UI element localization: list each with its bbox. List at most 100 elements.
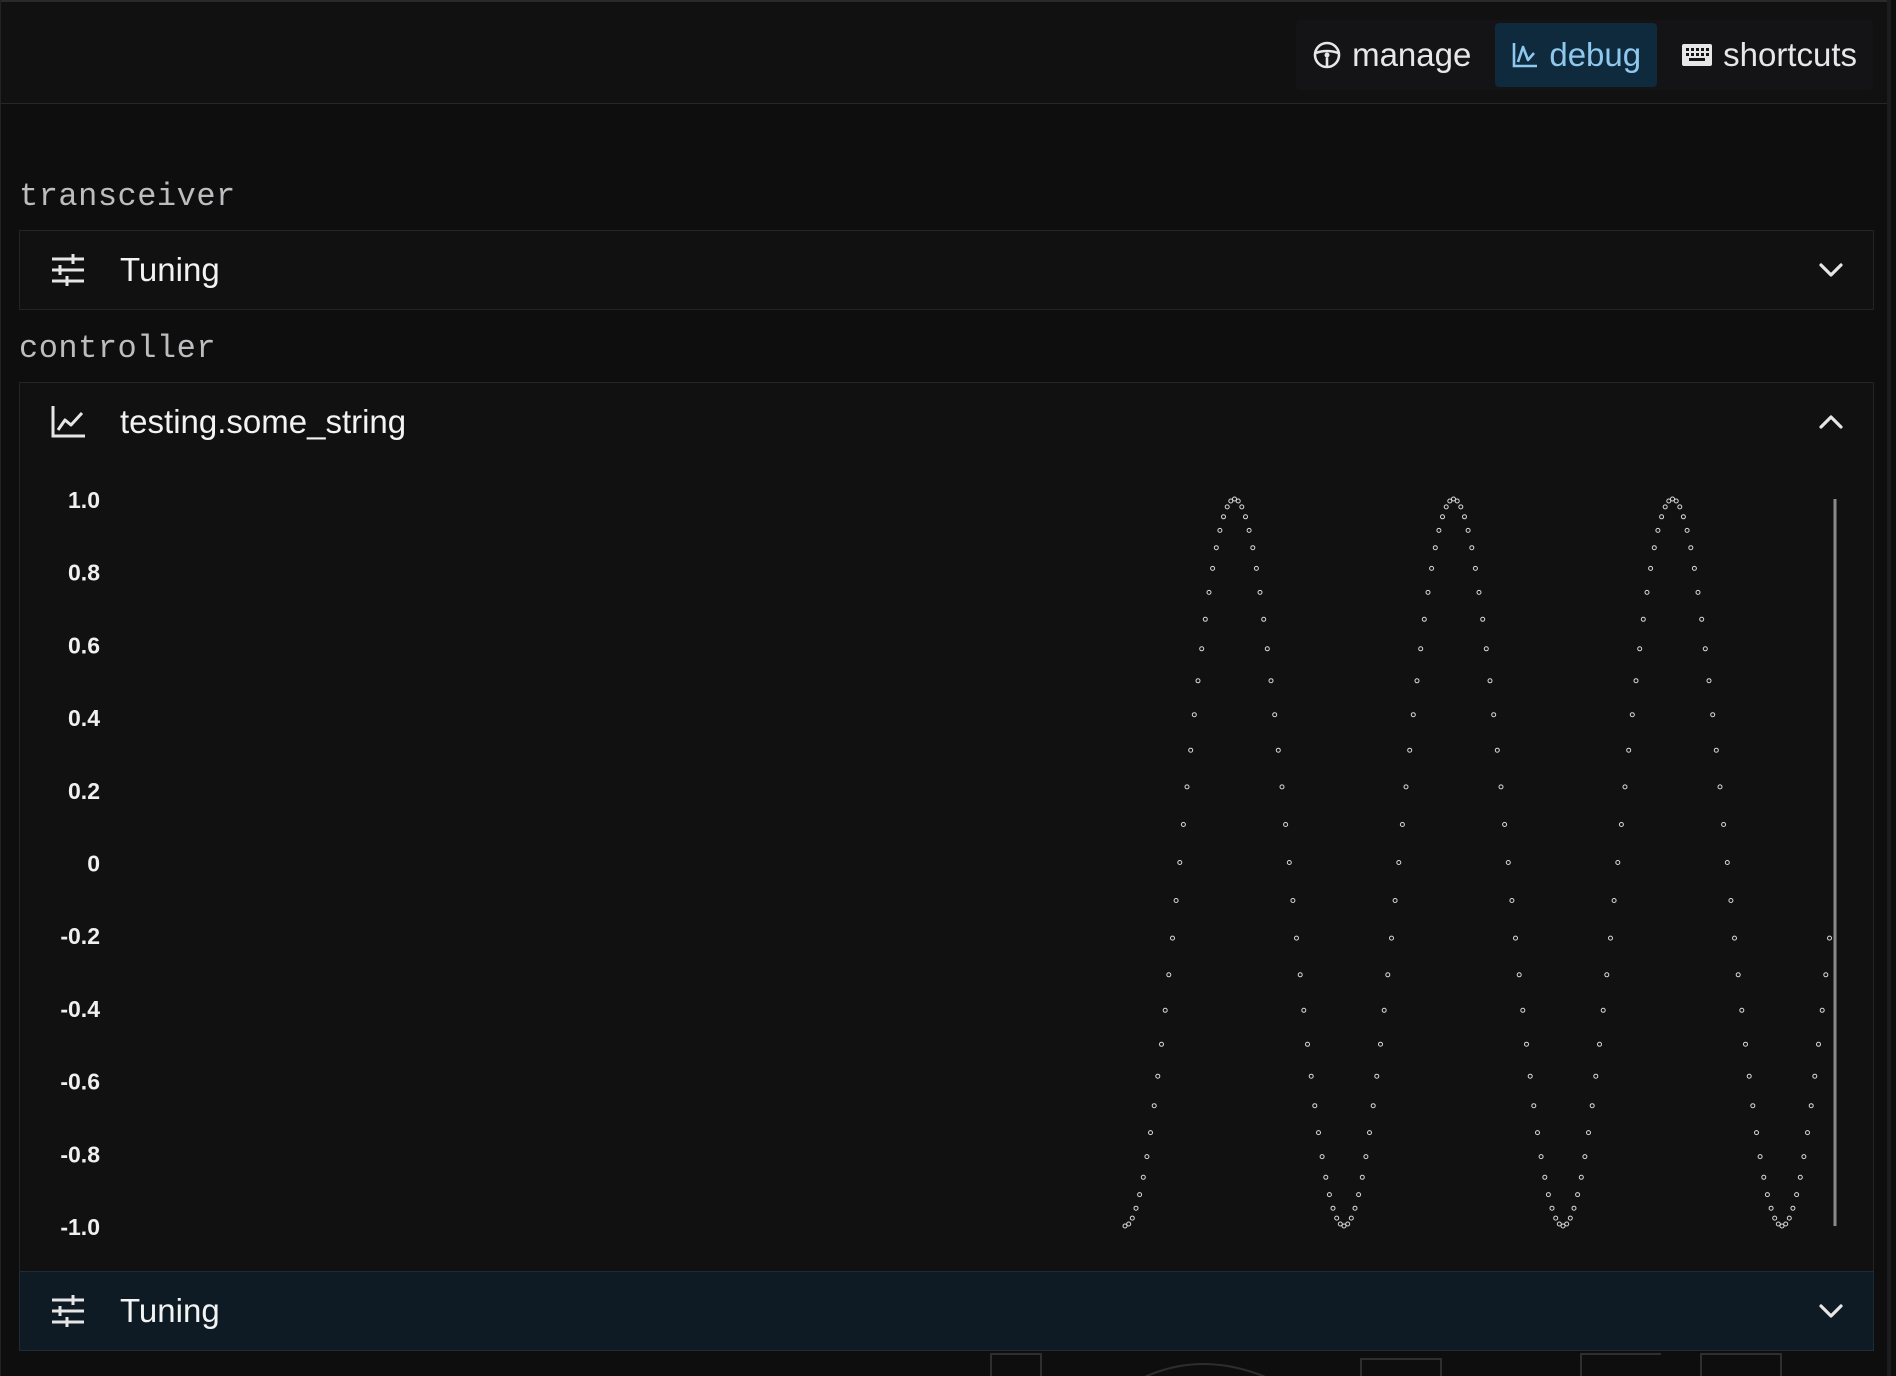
data-point (1662, 504, 1668, 510)
data-point (1286, 860, 1292, 865)
data-point (1425, 589, 1431, 595)
data-point (1301, 1007, 1307, 1013)
data-point (1170, 935, 1175, 941)
chart-area[interactable]: 1.0 0.8 0.6 0.4 0.2 0 -0.2 -0.4 -0.6 -0.8 -1.0 (20, 461, 1873, 1241)
data-point (1414, 678, 1420, 684)
y-tick-label: -0.4 (60, 996, 100, 1022)
data-point (1812, 1073, 1818, 1079)
data-point (1604, 972, 1610, 978)
data-point (1140, 1174, 1146, 1180)
data-point (1235, 498, 1241, 504)
nav-shortcuts-label: shortcuts (1723, 36, 1857, 73)
top-bar: manage debug shortcuts (1, 0, 1887, 104)
data-point (1363, 1154, 1369, 1160)
data-point (1443, 504, 1449, 510)
data-point (1396, 860, 1402, 865)
data-point (1710, 712, 1716, 718)
data-point (1297, 972, 1303, 978)
data-point (1633, 678, 1639, 684)
chevron-down-icon[interactable] (1819, 1303, 1843, 1319)
data-point (1407, 747, 1413, 753)
panel-header-transceiver-tuning[interactable]: Tuning (20, 231, 1873, 309)
data-point (1564, 1221, 1570, 1227)
panel-title: testing.some_string (120, 403, 407, 440)
data-point (1206, 589, 1212, 595)
data-point (1151, 1103, 1157, 1109)
panel-header-controller-tuning[interactable]: Tuning (20, 1272, 1873, 1350)
data-point (1290, 898, 1296, 903)
nav-manage-button[interactable]: manage (1296, 23, 1487, 87)
data-point (1326, 1192, 1332, 1198)
y-tick-label: 0.2 (68, 778, 100, 804)
data-point (1421, 616, 1427, 622)
data-point (1622, 784, 1628, 790)
data-point (1754, 1130, 1759, 1136)
panel-title: Tuning (120, 1292, 220, 1329)
data-point (1600, 1007, 1606, 1013)
data-point (1801, 1154, 1807, 1160)
data-point (1757, 1154, 1763, 1160)
chevron-up-icon[interactable] (1819, 414, 1843, 430)
nav-shortcuts-button[interactable]: shortcuts (1665, 23, 1873, 87)
data-point (1542, 1174, 1548, 1180)
data-point (1345, 1221, 1351, 1227)
data-point (1768, 1205, 1774, 1211)
data-point (1797, 1174, 1803, 1180)
data-point (1316, 1130, 1321, 1136)
data-point (1655, 527, 1661, 533)
data-point (1677, 504, 1683, 510)
data-point (1593, 1073, 1599, 1079)
data-point (1608, 935, 1613, 941)
data-point (1469, 545, 1475, 551)
data-point (1440, 514, 1445, 520)
data-point (1177, 860, 1183, 865)
data-point (1210, 565, 1216, 571)
data-point (1308, 1073, 1314, 1079)
data-point (1651, 545, 1657, 551)
data-point (1385, 972, 1391, 978)
data-point (1250, 545, 1256, 551)
data-point (1659, 514, 1665, 520)
nav-debug-button[interactable]: debug (1495, 23, 1658, 87)
data-point (1545, 1192, 1551, 1198)
data-point (1381, 1007, 1387, 1013)
data-point (1597, 1041, 1602, 1047)
data-point (1783, 1221, 1789, 1227)
keyboard-icon (1682, 44, 1713, 66)
data-point (1323, 1174, 1329, 1180)
data-point (1611, 898, 1617, 903)
data-point (1246, 527, 1252, 533)
data-point (1374, 1073, 1380, 1079)
data-point (1520, 1007, 1526, 1013)
y-tick-label: 1.0 (68, 487, 100, 513)
data-point (1129, 1215, 1135, 1221)
data-point (1808, 1103, 1814, 1109)
data-point (1465, 527, 1471, 533)
data-point (1472, 565, 1478, 571)
data-point (1334, 1215, 1340, 1221)
data-point (1359, 1174, 1365, 1180)
data-point (1527, 1073, 1533, 1079)
data-point (1735, 972, 1741, 978)
data-point (1268, 678, 1274, 684)
data-point (1505, 860, 1511, 865)
data-point (1155, 1073, 1161, 1079)
data-point (1166, 972, 1172, 978)
data-point (1162, 1007, 1168, 1013)
sliders-icon (52, 254, 84, 286)
data-point (1275, 747, 1281, 753)
data-point (1410, 712, 1416, 718)
data-point (1257, 589, 1263, 595)
background-watermark (990, 1353, 1782, 1376)
data-point (1195, 678, 1201, 684)
data-point (1553, 1215, 1559, 1221)
data-point (1691, 565, 1697, 571)
panel-header-controller-chart[interactable]: testing.some_string (20, 383, 1873, 461)
section-label-controller: controller (19, 330, 217, 367)
data-point (1462, 514, 1467, 520)
section-label-transceiver: transceiver (19, 178, 236, 215)
data-point (1312, 1103, 1318, 1109)
panel-controller-tuning: Tuning (19, 1271, 1874, 1351)
chevron-down-icon[interactable] (1819, 262, 1843, 278)
data-point (1640, 616, 1646, 622)
